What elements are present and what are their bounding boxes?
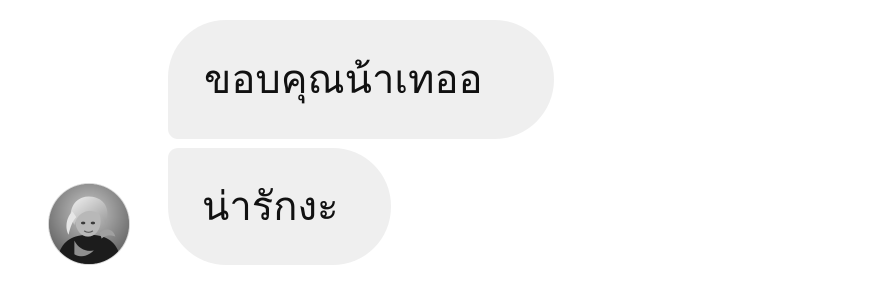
avatar-photo-icon [49,184,129,264]
message-text: ขอบคุณน้าเทออ [204,56,483,103]
message-bubble[interactable]: น่ารักงะ [168,148,391,265]
sender-avatar[interactable] [48,183,130,265]
message-bubble[interactable]: ขอบคุณน้าเทออ [168,20,554,139]
message-text: น่ารักงะ [202,183,339,230]
chat-thread: ขอบคุณน้าเทออ น่ารักงะ [0,0,870,289]
